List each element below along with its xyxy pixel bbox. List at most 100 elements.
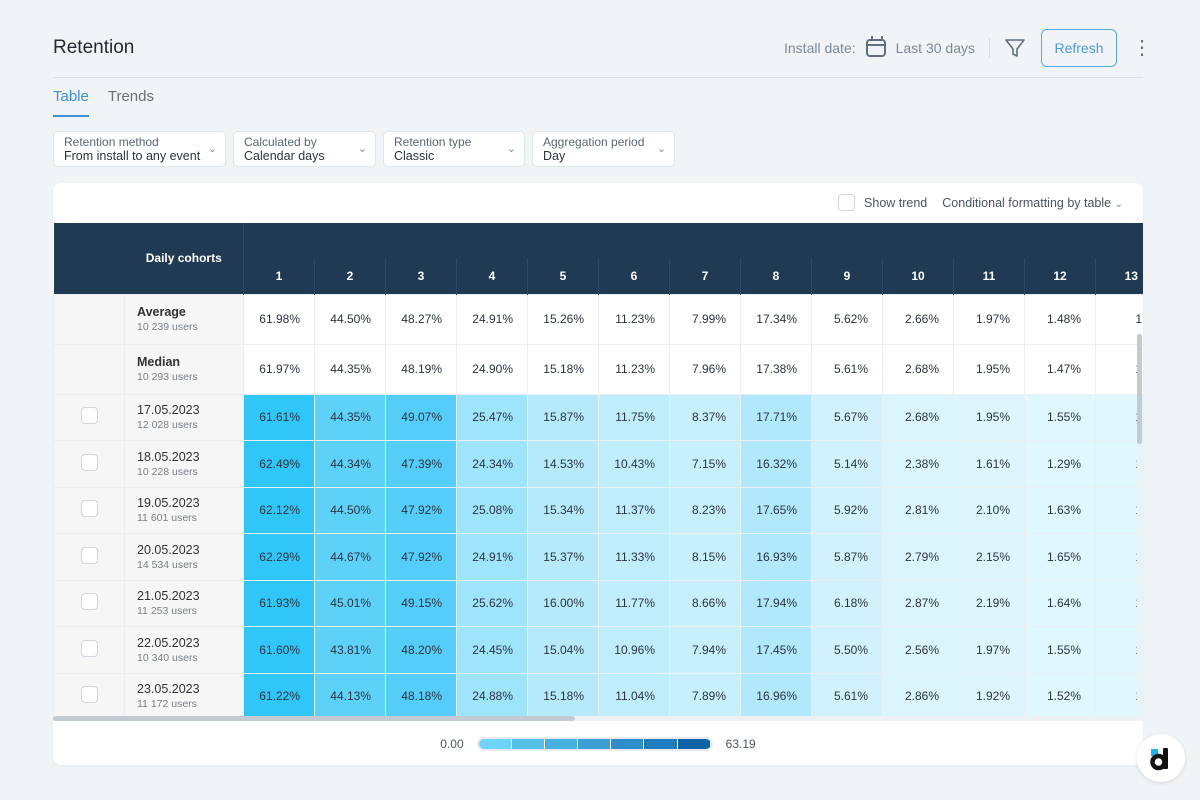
select-value: Classic xyxy=(394,149,435,163)
view-tabs: Table Trends xyxy=(53,88,154,117)
table-row: 21.05.2023 11 253 users 61.93% 45.01% 49.15%… xyxy=(53,579,1143,627)
retention-type-select[interactable]: Retention type Classic ⌄ xyxy=(383,131,525,167)
user-count: 10 340 users xyxy=(137,651,198,664)
retention-cell: 11.04% xyxy=(598,672,670,720)
day-column-header[interactable]: 7 xyxy=(669,258,741,294)
retention-cell: 1.97% xyxy=(953,626,1025,674)
select-value: Day xyxy=(543,149,566,163)
checkbox-cell xyxy=(53,533,125,581)
retention-cell: 7.15% xyxy=(669,440,741,488)
header-controls: Install date: Last 30 days Refresh ⋮ xyxy=(784,29,1152,67)
formatting-label: Conditional formatting by table xyxy=(942,195,1112,210)
calculated-by-select[interactable]: Calculated by Calendar days ⌄ xyxy=(233,131,376,167)
retention-cell: 44.34% xyxy=(314,440,386,488)
retention-cell: 7.89% xyxy=(669,672,741,720)
select-label: Retention method xyxy=(64,135,159,149)
cohort-cell: 18.05.2023 10 228 users xyxy=(124,440,244,488)
retention-cell: 17.45% xyxy=(740,626,812,674)
retention-cell: 62.12% xyxy=(243,486,315,534)
retention-cell: 1.1 xyxy=(1094,393,1143,441)
retention-cell: 17.71% xyxy=(740,393,812,441)
scrollbar-thumb[interactable] xyxy=(1137,334,1142,444)
retention-cell: 44.35% xyxy=(314,393,386,441)
retention-cell: 1.0 xyxy=(1094,440,1143,488)
user-count: 11 601 users xyxy=(137,512,197,525)
cohort-date: 22.05.2023 xyxy=(137,635,200,650)
retention-cell: 5.62% xyxy=(811,293,883,345)
tab-table[interactable]: Table xyxy=(53,88,89,117)
retention-cell: 8.66% xyxy=(669,579,741,627)
retention-cell: 17.65% xyxy=(740,486,812,534)
retention-cell: 5.50% xyxy=(811,626,883,674)
day-column-header[interactable]: 8 xyxy=(740,258,812,294)
conditional-formatting-dropdown[interactable]: Conditional formatting by table ⌄ xyxy=(942,196,1123,210)
aggregation-period-select[interactable]: Aggregation period Day ⌄ xyxy=(532,131,675,167)
day-column-header[interactable]: 11 xyxy=(953,258,1025,294)
app-logo[interactable] xyxy=(1137,734,1185,782)
cohort-date: 21.05.2023 xyxy=(137,589,200,604)
day-column-header[interactable]: 12 xyxy=(1024,258,1096,294)
table-row: 17.05.2023 12 028 users 61.61% 44.35% 49.07%… xyxy=(53,393,1143,441)
row-checkbox[interactable] xyxy=(80,453,98,471)
row-checkbox[interactable] xyxy=(80,546,98,564)
table-row: 18.05.2023 10 228 users 62.49% 44.34% 47.39%… xyxy=(53,440,1143,488)
tab-trends[interactable]: Trends xyxy=(108,88,154,117)
row-checkbox[interactable] xyxy=(80,593,98,611)
retention-cell: 7.96% xyxy=(669,343,741,395)
row-checkbox[interactable] xyxy=(80,639,98,657)
retention-cell: 61.60% xyxy=(243,626,315,674)
day-column-header[interactable]: 5 xyxy=(527,258,599,294)
row-checkbox[interactable] xyxy=(80,500,98,518)
retention-cell: 43.81% xyxy=(314,626,386,674)
day-column-header[interactable]: 2 xyxy=(314,258,386,294)
checkbox-cell xyxy=(53,293,125,345)
retention-cell: 8.15% xyxy=(669,533,741,581)
date-range-picker[interactable]: Last 30 days xyxy=(896,40,975,56)
retention-cell: 7.99% xyxy=(669,293,741,345)
day-column-header[interactable]: 13 xyxy=(1094,258,1143,294)
scrollbar-thumb[interactable] xyxy=(53,716,575,721)
retention-cell: 61.61% xyxy=(243,393,315,441)
retention-cell: 11.23% xyxy=(598,343,670,395)
legend-max: 63.19 xyxy=(725,737,756,751)
more-options-icon[interactable]: ⋮ xyxy=(1132,38,1152,58)
show-trend-checkbox[interactable] xyxy=(838,194,856,211)
day-column-header[interactable]: 10 xyxy=(882,258,954,294)
filter-icon[interactable] xyxy=(1004,37,1026,59)
retention-cell: 1.64% xyxy=(1024,579,1096,627)
refresh-button[interactable]: Refresh xyxy=(1041,29,1117,67)
retention-cell: 24.45% xyxy=(456,626,528,674)
retention-cell: 1.97% xyxy=(953,293,1025,345)
retention-cell: 15.04% xyxy=(527,626,599,674)
retention-cell: 24.88% xyxy=(456,672,528,720)
horizontal-scrollbar[interactable] xyxy=(53,716,1143,721)
row-checkbox[interactable] xyxy=(80,686,98,704)
table-scroll-area[interactable]: Daily cohorts 1 2 3 4 5 6 7 8 9 10 11 12 13 Average 1… xyxy=(53,223,1143,721)
retention-cell: 1.47% xyxy=(1024,343,1096,395)
cohort-cell: 17.05.2023 12 028 users xyxy=(124,393,244,441)
user-count: 11 172 users xyxy=(137,698,197,711)
retention-method-select[interactable]: Retention method From install to any even… xyxy=(53,131,226,167)
calendar-icon[interactable] xyxy=(865,36,886,57)
retention-cell: 5.92% xyxy=(811,486,883,534)
vertical-scrollbar[interactable] xyxy=(1137,334,1142,721)
retention-cell: 2.38% xyxy=(882,440,954,488)
retention-table: Daily cohorts 1 2 3 4 5 6 7 8 9 10 11 12 13 Average 1… xyxy=(53,223,1143,720)
legend-swatch xyxy=(544,739,579,749)
row-checkbox[interactable] xyxy=(80,407,98,425)
retention-cell: 1.29% xyxy=(1024,440,1096,488)
checkbox-cell xyxy=(53,440,125,488)
day-column-header[interactable]: 1 xyxy=(243,258,315,294)
retention-cell: 5.87% xyxy=(811,533,883,581)
retention-cell: 11.37% xyxy=(598,486,670,534)
cohort-cell: Average 10 239 users xyxy=(124,293,244,345)
retention-cell: 5.61% xyxy=(811,343,883,395)
day-column-header[interactable]: 3 xyxy=(385,258,457,294)
retention-cell: 17.38% xyxy=(740,343,812,395)
summary-row: Average 10 239 users 61.98% 44.50% 48.27% 24.… xyxy=(53,293,1143,345)
cohort-date: 20.05.2023 xyxy=(137,542,200,557)
select-label: Retention type xyxy=(394,135,472,149)
day-column-header[interactable]: 6 xyxy=(598,258,670,294)
day-column-header[interactable]: 4 xyxy=(456,258,528,294)
day-column-header[interactable]: 9 xyxy=(811,258,883,294)
